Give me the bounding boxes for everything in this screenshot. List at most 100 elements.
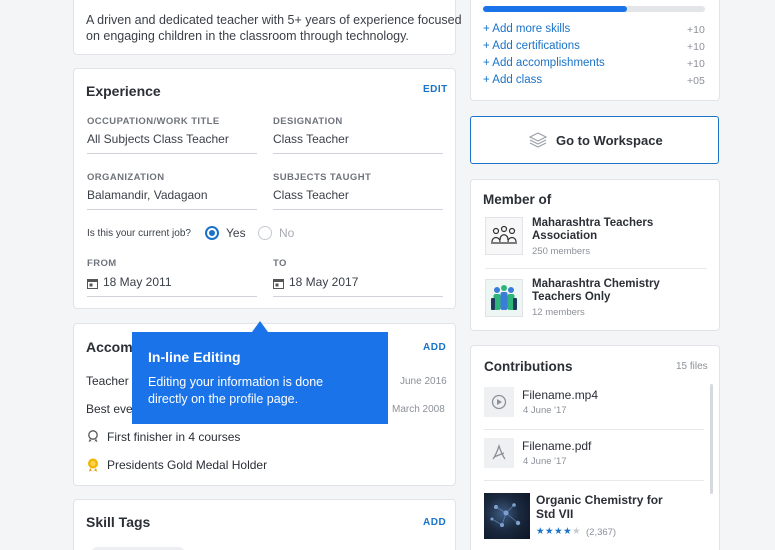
skill-tags-title: Skill Tags [86,514,151,530]
tooltip-title: In-line Editing [148,349,241,365]
about-card: EDIT A driven and dedicated teacher with… [73,0,462,55]
member-of-title: Member of [483,192,552,207]
member-divider [485,268,707,269]
occupation-field[interactable]: All Subjects Class Teacher [87,132,229,146]
file-divider [484,429,704,430]
group-avatar-teachers[interactable] [485,217,523,255]
tooltip-arrow [252,321,268,332]
current-job-no-label: No [279,226,295,240]
accomplishment-date-1: June 2016 [400,376,447,387]
contributions-card: Contributions 15 files Filename.mp4 4 Ju… [470,345,720,550]
gold-medal-icon [86,457,100,477]
star-filled-icon: ★ [563,526,573,537]
course-thumbnail[interactable] [484,493,530,539]
experience-edit-button[interactable]: EDIT [423,84,448,95]
course-rating-count: (2,367) [586,527,617,538]
subjects-field[interactable]: Class Teacher [273,188,349,202]
organization-underline [87,209,257,210]
to-label: TO [273,258,287,269]
skill-tags-card: Skill Tags ADD [73,499,456,550]
to-date-field[interactable]: 18 May 2017 [289,275,358,289]
current-job-yes-radio[interactable] [205,226,219,240]
pdf-icon [492,443,506,460]
group-members-teachers: 250 members [532,246,591,257]
current-job-question: Is this your current job? [87,228,191,239]
medal-icon [86,429,100,448]
from-date-field[interactable]: 18 May 2011 [103,275,172,289]
organization-field[interactable]: Balamandir, Vadagaon [87,188,208,202]
star-filled-icon: ★ [536,526,546,537]
file-thumb-video[interactable] [484,387,514,417]
skill-tags-add-button[interactable]: ADD [423,517,446,528]
course-rating-stars: ★★★★★ [536,526,581,537]
current-job-no-radio[interactable] [258,226,272,240]
designation-label: DESIGNATION [273,116,343,127]
accomplishment-item-4: Presidents Gold Medal Holder [107,458,268,472]
about-text-line1: A driven and dedicated teacher with 5+ y… [86,13,462,27]
group-name-teachers-line1[interactable]: Maharashtra Teachers [532,217,653,229]
star-empty-icon: ★ [572,526,582,537]
current-job-yes-label: Yes [226,226,246,240]
layers-icon [528,132,548,153]
add-skills-link[interactable]: + Add more skills [483,23,570,35]
radio-selected-dot [209,230,215,236]
file-name-video[interactable]: Filename.mp4 [522,388,598,402]
tooltip-body-line1: Editing your information is done [148,375,324,389]
go-to-workspace-button[interactable]: Go to Workspace [470,116,719,164]
accomplishment-item-3: First finisher in 4 courses [107,430,241,444]
occupation-underline [87,153,257,154]
file-name-pdf[interactable]: Filename.pdf [522,439,591,453]
profile-progress-fill [483,6,628,12]
group-name-chemistry-line1[interactable]: Maharashtra Chemistry [532,278,660,290]
designation-field[interactable]: Class Teacher [273,132,349,146]
group-people-color-icon [491,285,517,310]
add-skills-points: +10 [687,24,705,36]
member-of-card: Member of Maharashtra Teachers Associati… [470,179,720,331]
group-people-icon [491,225,517,244]
star-filled-icon: ★ [554,526,564,537]
group-members-chemistry: 12 members [532,307,585,318]
course-name-line1[interactable]: Organic Chemistry for [536,493,663,507]
file-date-video: 4 June '17 [523,405,567,416]
occupation-label: OCCUPATION/WORK TITLE [87,116,220,127]
about-text-line2: on engaging children in the classroom th… [86,29,409,43]
go-to-workspace-label: Go to Workspace [556,133,663,148]
accomplishment-date-2: March 2008 [392,404,445,415]
from-underline [87,296,257,297]
add-certifications-points: +10 [687,41,705,53]
contributions-title: Contributions [484,359,573,374]
from-label: FROM [87,258,117,269]
group-avatar-chemistry[interactable] [485,279,523,317]
group-name-chemistry-line2[interactable]: Teachers Only [532,291,610,303]
add-class-link[interactable]: + Add class [483,74,542,86]
contributions-count: 15 files [676,361,708,372]
subjects-underline [273,209,443,210]
group-name-teachers-line2[interactable]: Association [532,230,597,242]
play-icon [491,394,507,410]
profile-strength-card: + Add more skills +10 + Add certificatio… [470,0,720,101]
organization-label: ORGANIZATION [87,172,165,183]
contributions-scrollbar[interactable] [710,384,713,494]
file-thumb-pdf[interactable] [484,438,514,468]
add-certifications-link[interactable]: + Add certifications [483,40,580,52]
experience-card: Experience EDIT OCCUPATION/WORK TITLE Al… [73,68,456,309]
inline-editing-tooltip: In-line Editing Editing your information… [132,332,388,424]
file-date-pdf: 4 June '17 [523,456,567,467]
to-underline [273,296,443,297]
calendar-icon [87,275,98,293]
accomplishment-item-1: Teacher o [86,374,139,388]
experience-title: Experience [86,83,161,99]
accomplishment-item-2: Best ever [86,402,137,416]
star-filled-icon: ★ [545,526,555,537]
subjects-label: SUBJECTS TAUGHT [273,172,372,183]
add-accomplishments-link[interactable]: + Add accomplishments [483,57,605,69]
add-class-points: +05 [687,75,705,87]
tooltip-body-line2: directly on the profile page. [148,392,299,406]
add-accomplishments-points: +10 [687,58,705,70]
profile-progress-track [483,6,705,12]
file-divider [484,480,704,481]
course-name-line2[interactable]: Std VII [536,507,573,521]
calendar-icon [273,275,284,293]
accomplishments-add-button[interactable]: ADD [423,342,446,353]
molecule-image [490,503,521,527]
